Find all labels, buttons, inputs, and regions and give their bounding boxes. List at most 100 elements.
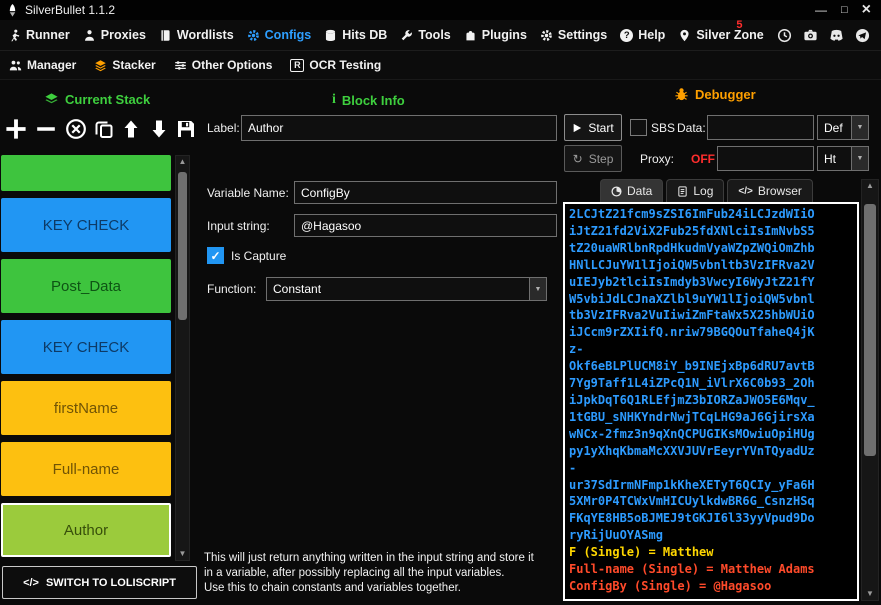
menu-item-wordlists[interactable]: Wordlists [159,28,234,42]
stack-block[interactable]: KEY CHECK [1,320,171,374]
subnav-item-ocr-testing[interactable]: R OCR Testing [290,58,381,72]
is-capture-checkbox[interactable]: ✓ [207,247,224,264]
block-description: This will just return anything written i… [204,552,534,594]
manager-people-icon [9,60,22,70]
menu-item-runner[interactable]: Runner [8,28,70,42]
menu-item-silver-zone[interactable]: 5 Silver Zone [678,19,764,42]
scroll-up-icon[interactable]: ▲ [862,180,878,192]
debugger-tabs: Data Log </> Browser [600,179,813,202]
clear-stack-button[interactable] [65,118,87,140]
tab-browser[interactable]: </> Browser [727,179,813,202]
tab-data[interactable]: Data [600,179,664,202]
stack-block[interactable]: Post_Data [1,259,171,313]
subnav-item-manager[interactable]: Manager [9,58,76,72]
menu-item-hits-db[interactable]: Hits DB [324,28,387,42]
menu-label: Plugins [481,28,527,42]
input-string-caption: Input string: [207,219,270,233]
switch-to-loliscript-button[interactable]: </> SWITCH TO LOLISCRIPT [2,566,197,599]
menu-label: Help [638,28,666,42]
discord-icon[interactable] [829,28,844,43]
database-icon [326,29,336,41]
app-window: SilverBullet 1.1.2 — □ × Runner Proxies … [0,0,881,605]
start-button[interactable]: Start [564,114,622,141]
stack-block[interactable] [1,155,171,191]
tab-label: Browser [757,184,802,198]
menu-item-proxies[interactable]: Proxies [83,28,146,42]
debugger-title: Debugger [695,87,756,102]
menu-label: Runner [26,28,70,42]
scroll-down-icon[interactable]: ▼ [176,548,189,560]
notification-badge: 5 [736,19,743,31]
step-button[interactable]: ↻ Step [564,145,622,172]
proxy-status[interactable]: OFF [691,152,715,166]
clock-icon[interactable] [777,28,792,43]
data-input[interactable] [707,115,814,140]
input-string-input[interactable] [294,214,557,237]
menu-label: Tools [418,28,451,42]
chevron-down-icon[interactable]: ▼ [529,278,546,300]
telegram-icon[interactable] [855,28,870,43]
wrench-icon [402,29,413,40]
debug-scrollbar[interactable]: ▲ ▼ [861,179,879,601]
chevron-down-icon[interactable]: ▼ [851,116,868,139]
current-stack-title: Current Stack [65,92,151,107]
block-info-header: i Block Info [332,92,405,108]
stack-block[interactable]: Full-name [1,442,171,496]
camera-icon[interactable] [803,28,818,43]
tab-log[interactable]: Log [666,179,725,202]
stack-block-selected[interactable]: Author [1,503,171,557]
function-dropdown[interactable]: Constant ▼ [266,277,547,301]
debug-log-lines: 2LCJtZ21fcm9sZSI6ImFub24iLCJzdWIiO iJtZ21… [569,207,815,593]
minimize-button[interactable]: — [815,0,827,20]
debug-scrollbar-thumb[interactable] [864,204,876,456]
stack-scrollbar-thumb[interactable] [178,172,187,320]
move-up-button[interactable] [121,119,141,139]
step-icon: ↻ [572,151,583,166]
add-block-button[interactable] [4,117,28,141]
menu-item-settings[interactable]: Settings [540,28,607,42]
maximize-button[interactable]: □ [841,0,848,20]
clone-block-button[interactable] [94,119,114,139]
block-label: firstName [53,399,119,417]
subnav-item-other-options[interactable]: Other Options [174,58,272,72]
scroll-down-icon[interactable]: ▼ [862,588,878,600]
label-input[interactable] [241,115,557,141]
menu-label: Settings [557,28,608,42]
menu-label: Configs [264,28,312,42]
data-type-dropdown[interactable]: Def ▼ [817,115,869,140]
stack-scrollbar[interactable]: ▲ ▼ [175,155,190,561]
data-type-value: Def [824,120,843,135]
menu-item-configs[interactable]: Configs [247,28,312,42]
sbs-checkbox[interactable] [630,119,647,136]
stack-list: KEY CHECK Post_Data KEY CHECK firstName … [1,155,172,564]
settings-gear-icon [541,29,552,41]
runner-icon [11,29,20,41]
close-button[interactable]: × [862,0,871,20]
chevron-down-icon[interactable]: ▼ [851,147,868,170]
save-stack-button[interactable] [176,119,196,139]
menu-item-help[interactable]: ? Help [620,28,665,42]
variable-name-input[interactable] [294,181,557,204]
stack-toolbar [4,110,196,148]
help-icon: ? [620,28,634,42]
debugger-output-box[interactable]: 2LCJtZ21fcm9sZSI6ImFub24iLCJzdWIiO iJtZ21… [563,202,859,601]
block-label: Author [63,521,109,539]
scroll-up-icon[interactable]: ▲ [176,156,189,168]
subnav-item-stacker[interactable]: Stacker [94,58,156,72]
start-label: Start [588,120,614,135]
block-label: Full-name [52,460,120,478]
switch-label: SWITCH TO LOLISCRIPT [45,576,176,589]
puzzle-icon [466,30,475,40]
step-label: Step [588,151,614,166]
window-controls: — □ × [815,0,881,20]
proxy-type-dropdown[interactable]: Ht ▼ [817,146,869,171]
stack-block[interactable]: KEY CHECK [1,198,171,252]
remove-block-button[interactable] [35,118,57,140]
proxy-input[interactable] [717,146,814,171]
stack-block[interactable]: firstName [1,381,171,435]
menu-item-tools[interactable]: Tools [400,28,451,42]
block-label: KEY CHECK [42,338,130,356]
data-caption: Data: [677,121,706,135]
menu-item-plugins[interactable]: Plugins [464,28,527,42]
move-down-button[interactable] [149,119,169,139]
